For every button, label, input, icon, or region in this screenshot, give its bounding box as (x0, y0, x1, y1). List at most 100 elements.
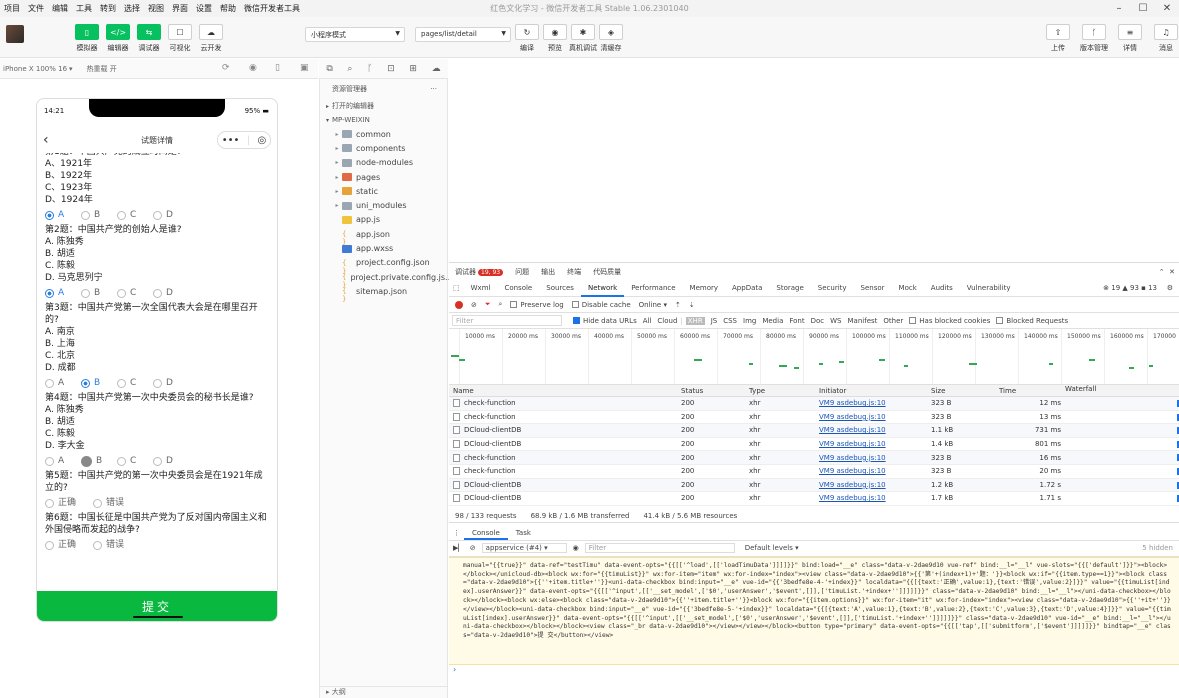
type-filter-js[interactable]: JS (711, 317, 718, 325)
search-icon[interactable]: ⌕ (347, 64, 352, 74)
device-select[interactable]: iPhone X 100% 16 (3, 65, 67, 73)
col-type[interactable]: Type (747, 387, 817, 395)
record-icon[interactable]: ◉ (249, 63, 257, 73)
table-row[interactable]: check-function 200 xhr VM9 asdebug.js:10 323… (449, 465, 1179, 479)
toolbar-button-清缓存[interactable]: ◈ 清缓存 (597, 24, 625, 53)
menu-item[interactable]: 文件 (24, 3, 48, 14)
answer-radio[interactable]: B (81, 287, 117, 299)
maximize-icon[interactable]: ☐ (1131, 0, 1155, 17)
toolbar-button-可视化[interactable]: ☐ 可视化 (166, 24, 194, 53)
table-row[interactable]: DCloud-clientDB 200 xhr VM9 asdebug.js:10 1.… (449, 438, 1179, 452)
file-tree-item[interactable]: ▸ common (320, 127, 447, 141)
answer-radio[interactable]: C (117, 377, 153, 389)
answer-radio[interactable]: 正确 (45, 539, 93, 551)
type-filter-other[interactable]: Other (883, 317, 903, 325)
table-row[interactable]: check-function 200 xhr VM9 asdebug.js:10 323… (449, 411, 1179, 425)
settings-icon[interactable]: ⚙ (1167, 284, 1173, 292)
cell-initiator[interactable]: VM9 asdebug.js:10 (817, 467, 929, 475)
filter-icon[interactable]: ⏷ (485, 300, 491, 309)
clear-console-icon[interactable]: ⊘ (470, 544, 476, 552)
minimize-icon[interactable]: – (1107, 0, 1131, 17)
tab-network[interactable]: Network (580, 280, 625, 297)
menu-item[interactable]: 微信开发者工具 (240, 3, 304, 14)
file-tree-item[interactable]: ▸ pages (320, 170, 447, 184)
answer-radio[interactable]: D (153, 209, 189, 221)
type-filter-img[interactable]: Img (743, 317, 756, 325)
answer-radio[interactable]: 错误 (93, 539, 141, 551)
answer-radio[interactable]: C (117, 209, 153, 221)
tab-mock[interactable]: Mock (892, 280, 924, 297)
tab-debugger[interactable]: 调试器 19, 93 (449, 267, 509, 277)
source-control-icon[interactable]: ᚴ (367, 64, 372, 74)
tab-output[interactable]: 输出 (535, 267, 561, 277)
col-time[interactable]: Time (997, 387, 1065, 395)
tab-vulnerability[interactable]: Vulnerability (960, 280, 1018, 297)
table-row[interactable]: check-function 200 xhr VM9 asdebug.js:10 323… (449, 397, 1179, 411)
inspect-icon[interactable]: ⬚ (449, 280, 464, 297)
answer-radio[interactable]: C (117, 455, 153, 467)
answer-radio[interactable]: B (81, 455, 117, 467)
cell-initiator[interactable]: VM9 asdebug.js:10 (817, 399, 929, 407)
table-row[interactable]: DCloud-clientDB 200 xhr VM9 asdebug.js:10 1.… (449, 424, 1179, 438)
toolbar-button-云开发[interactable]: ☁ 云开发 (197, 24, 225, 53)
toolbar-button-消息[interactable]: ♫ 消息 (1153, 24, 1179, 53)
console-prompt[interactable]: › (449, 665, 1179, 677)
col-size[interactable]: Size (929, 387, 997, 395)
table-row[interactable]: DCloud-clientDB 200 xhr VM9 asdebug.js:10 1.… (449, 492, 1179, 506)
blocked-requests-checkbox[interactable]: Blocked Requests (996, 316, 1068, 325)
answer-radio[interactable]: 正确 (45, 497, 93, 509)
tab-code-quality[interactable]: 代码质量 (587, 267, 627, 277)
menu-item[interactable]: 选择 (120, 3, 144, 14)
type-filter-font[interactable]: Font (789, 317, 804, 325)
blocked-cookies-checkbox[interactable]: Has blocked cookies (909, 316, 990, 325)
menu-item[interactable]: 编辑 (48, 3, 72, 14)
tab-appdata[interactable]: AppData (725, 280, 769, 297)
menu-item[interactable]: 转到 (96, 3, 120, 14)
toolbar-button-真机调试[interactable]: ✱ 真机调试 (569, 24, 597, 53)
close-panel-icon[interactable]: ✕ (1169, 268, 1175, 276)
type-filter-all[interactable]: All (643, 317, 652, 325)
type-filter-ws[interactable]: WS (830, 317, 841, 325)
more-icon[interactable]: ··· (430, 85, 437, 93)
cloud-icon[interactable]: ☁ (432, 64, 441, 74)
file-tree-item[interactable]: ▸ uni_modules (320, 198, 447, 212)
file-tree-item[interactable]: app.js (320, 213, 447, 227)
type-filter-media[interactable]: Media (762, 317, 783, 325)
network-timeline[interactable]: 10000 ms 20000 ms 30000 ms 40000 ms 50000 ms… (449, 329, 1179, 385)
menu-item[interactable]: 设置 (192, 3, 216, 14)
outline-section[interactable]: ▸ 大纲 (320, 686, 447, 698)
search-icon[interactable]: ⌕ (498, 300, 502, 309)
tab-sources[interactable]: Sources (539, 280, 581, 297)
cell-initiator[interactable]: VM9 asdebug.js:10 (817, 494, 929, 502)
type-filter-doc[interactable]: Doc (811, 317, 825, 325)
file-tree-item[interactable]: { } project.private.config.js... (320, 270, 453, 290)
project-section[interactable]: ▾ MP-WEIXIN (320, 113, 447, 127)
toolbar-button-编辑器[interactable]: </> 编辑器 (104, 24, 132, 53)
col-waterfall[interactable]: Waterfall (1065, 385, 1179, 396)
menu-item[interactable]: 界面 (168, 3, 192, 14)
context-select[interactable]: appservice (#4) ▾ (481, 543, 567, 554)
console-filter-input[interactable]: Filter (584, 543, 735, 554)
tab-performance[interactable]: Performance (624, 280, 682, 297)
file-tree-item[interactable]: app.wxss (320, 241, 447, 255)
open-editors-section[interactable]: ▸ 打开的编辑器 (320, 99, 447, 113)
answer-radio[interactable]: C (117, 287, 153, 299)
type-filter-manifest[interactable]: Manifest (848, 317, 878, 325)
chevron-up-icon[interactable]: ⌃ (1159, 268, 1165, 276)
type-filter-cloud[interactable]: Cloud (657, 317, 677, 325)
disable-cache-checkbox[interactable]: Disable cache (571, 300, 631, 309)
answer-radio[interactable]: A (45, 377, 81, 389)
col-initiator[interactable]: Initiator (817, 387, 929, 395)
toolbar-button-预览[interactable]: ◉ 预览 (541, 24, 569, 53)
cell-initiator[interactable]: VM9 asdebug.js:10 (817, 454, 929, 462)
close-icon[interactable]: ✕ (1155, 0, 1179, 17)
answer-radio[interactable]: A (45, 287, 81, 299)
debug-icon[interactable]: ⊡ (387, 64, 395, 74)
file-tree-item[interactable]: { } project.config.json (320, 256, 447, 275)
files-icon[interactable]: ⧉ (326, 64, 332, 74)
answer-radio[interactable]: A (45, 209, 81, 221)
menu-item[interactable]: 帮助 (216, 3, 240, 14)
table-row[interactable]: check-function 200 xhr VM9 asdebug.js:10 323… (449, 451, 1179, 465)
hot-reload-toggle[interactable]: 热重载 开 (87, 64, 117, 74)
tab-problems[interactable]: 问题 (509, 267, 535, 277)
